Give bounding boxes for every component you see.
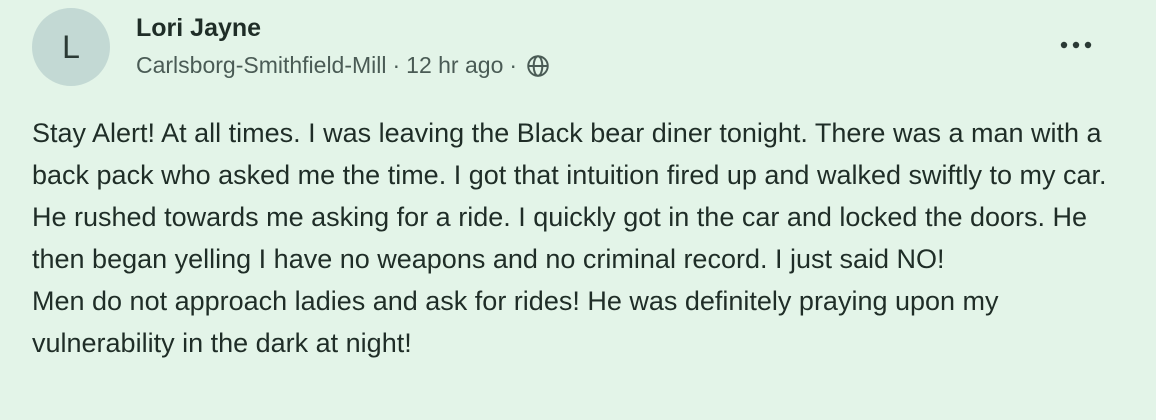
post-card: L Lori Jayne Carlsborg-Smithfield-Mill ·… — [0, 0, 1156, 420]
globe-icon — [525, 53, 551, 79]
avatar-initial: L — [62, 28, 80, 65]
timestamp[interactable]: 12 hr ago — [406, 52, 503, 79]
more-options-button[interactable] — [1054, 30, 1098, 62]
post-paragraph: Men do not approach ladies and ask for r… — [32, 286, 999, 358]
author-name[interactable]: Lori Jayne — [136, 14, 261, 43]
post-body: Stay Alert! At all times. I was leaving … — [32, 112, 1132, 364]
post-paragraph: Stay Alert! At all times. I was leaving … — [32, 118, 1107, 274]
post-meta: Carlsborg-Smithfield-Mill · 12 hr ago · — [136, 52, 551, 79]
neighborhood-link[interactable]: Carlsborg-Smithfield-Mill — [136, 52, 387, 79]
more-options-icon — [1058, 37, 1094, 55]
meta-separator: · — [509, 52, 518, 78]
meta-separator: · — [392, 52, 401, 78]
avatar[interactable]: L — [32, 8, 110, 86]
